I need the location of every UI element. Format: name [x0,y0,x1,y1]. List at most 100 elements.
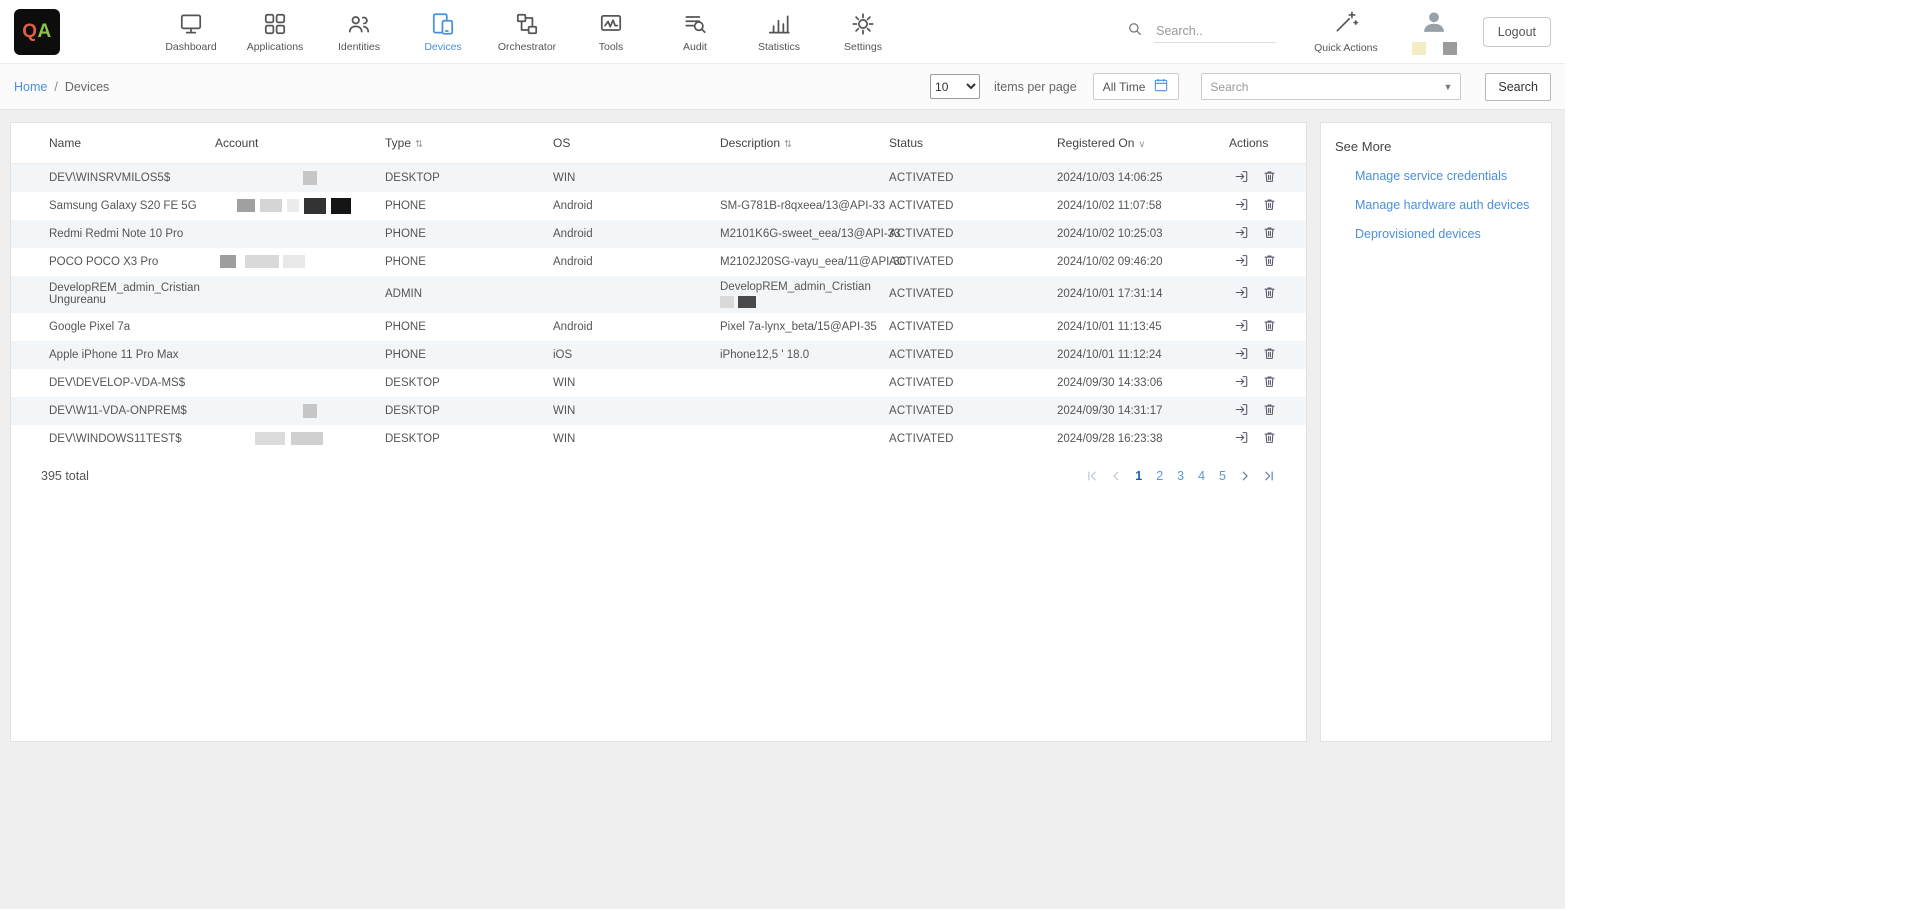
redacted-block [738,296,756,308]
breadcrumb-home-link[interactable]: Home [14,80,47,94]
page-number-2[interactable]: 2 [1154,469,1165,483]
devices-table: Name Account Type⇅ OS Description⇅ Statu… [11,123,1306,453]
first-page-button[interactable] [1085,469,1099,483]
sort-desc-icon: ∨ [1138,139,1145,150]
sessions-button[interactable] [1229,197,1254,215]
sessions-button[interactable] [1229,346,1254,364]
delete-button[interactable] [1257,253,1282,271]
manage-service-credentials-link[interactable]: Manage service credentials [1355,169,1537,183]
column-header-type[interactable]: Type⇅ [381,123,549,163]
delete-button[interactable] [1257,225,1282,243]
table-search-combobox[interactable]: Search ▼ [1201,73,1461,100]
delete-button[interactable] [1257,197,1282,215]
sessions-button[interactable] [1229,285,1254,303]
nav-item-applications[interactable]: Applications [240,10,310,53]
manage-hardware-auth-devices-link[interactable]: Manage hardware auth devices [1355,198,1537,212]
delete-button[interactable] [1257,318,1282,336]
page-number-3[interactable]: 3 [1175,469,1186,483]
nav-item-audit[interactable]: Audit [660,10,730,53]
cell-name: POCO POCO X3 Pro [11,248,211,276]
devices-icon [430,10,456,38]
table-row[interactable]: DEV\WINSRVMILOS5$ DESKTOP WIN ACTIVATED … [11,163,1306,192]
global-search-input[interactable] [1154,20,1276,43]
cell-type: PHONE [381,192,549,220]
sessions-button[interactable] [1229,253,1254,271]
cell-status: ACTIVATED [885,313,1053,341]
nav-item-statistics[interactable]: Statistics [744,10,814,53]
nav-item-settings[interactable]: Settings [828,10,898,53]
delete-button[interactable] [1257,285,1282,303]
total-count: 395 total [41,469,89,483]
see-more-title: See More [1335,139,1537,154]
nav-item-tools[interactable]: Tools [576,10,646,53]
table-row[interactable]: DEV\WINDOWS11TEST$ DESKTOP WIN ACTIVATED… [11,425,1306,453]
delete-button[interactable] [1257,430,1282,448]
table-row[interactable]: Redmi Redmi Note 10 Pro PHONE Android M2… [11,220,1306,248]
sessions-button[interactable] [1229,318,1254,336]
sessions-button[interactable] [1229,430,1254,448]
delete-button[interactable] [1257,346,1282,364]
time-filter-button[interactable]: All Time [1093,73,1180,100]
column-header-description[interactable]: Description⇅ [716,123,885,163]
table-row[interactable]: DevelopREM_admin_Cristian Ungureanu ADMI… [11,276,1306,313]
redacted-block [255,432,285,445]
nav-item-dashboard[interactable]: Dashboard [156,10,226,53]
column-header-name[interactable]: Name [11,123,211,163]
sessions-button[interactable] [1229,169,1254,187]
column-header-account[interactable]: Account [211,123,381,163]
last-page-button[interactable] [1262,469,1276,483]
prev-page-button[interactable] [1109,469,1123,483]
cell-description [716,397,885,425]
main-content: Name Account Type⇅ OS Description⇅ Statu… [0,110,1565,909]
user-menu[interactable] [1412,8,1457,55]
delete-button[interactable] [1257,402,1282,420]
page-number-4[interactable]: 4 [1196,469,1207,483]
sessions-button[interactable] [1229,402,1254,420]
brand-logo[interactable]: QA [14,9,60,55]
column-header-status[interactable]: Status [885,123,1053,163]
table-row[interactable]: POCO POCO X3 Pro PHONE Android M2102J20S… [11,248,1306,276]
trash-icon [1262,225,1277,240]
cell-account [211,369,381,397]
nav-item-orchestrator[interactable]: Orchestrator [492,10,562,53]
table-row[interactable]: Samsung Galaxy S20 FE 5G PHONE Android S… [11,192,1306,220]
table-row[interactable]: Google Pixel 7a PHONE Android Pixel 7a-l… [11,313,1306,341]
brand-logo-a: A [38,21,52,43]
cell-status: ACTIVATED [885,220,1053,248]
search-icon[interactable] [1126,20,1144,43]
cell-type: DESKTOP [381,397,549,425]
nav-label: Tools [599,41,624,53]
table-row[interactable]: Apple iPhone 11 Pro Max PHONE iOS iPhone… [11,341,1306,369]
redacted-block [331,198,351,214]
nav-item-devices[interactable]: Devices [408,10,478,53]
nav-item-identities[interactable]: Identities [324,10,394,53]
chevron-down-icon[interactable]: ▼ [1443,82,1452,92]
next-page-button[interactable] [1238,469,1252,483]
delete-button[interactable] [1257,374,1282,392]
deprovisioned-devices-link[interactable]: Deprovisioned devices [1355,227,1537,241]
table-row[interactable]: DEV\W11-VDA-ONPREM$ DESKTOP WIN ACTIVATE… [11,397,1306,425]
redacted-flags [1412,42,1457,55]
nav-right: Quick Actions Logout [1126,8,1551,55]
audit-icon [682,10,708,38]
column-header-os[interactable]: OS [549,123,716,163]
search-button[interactable]: Search [1485,73,1551,101]
table-row[interactable]: DEV\DEVELOP-VDA-MS$ DESKTOP WIN ACTIVATE… [11,369,1306,397]
cell-account [211,192,381,220]
cell-name: DEV\DEVELOP-VDA-MS$ [11,369,211,397]
cell-account [211,276,381,313]
cell-os: WIN [549,425,716,453]
delete-button[interactable] [1257,169,1282,187]
sessions-button[interactable] [1229,225,1254,243]
column-header-registered-on[interactable]: Registered On∨ [1053,123,1225,163]
statistics-icon [766,10,792,38]
quick-actions-button[interactable]: Quick Actions [1314,9,1378,54]
page-number-1[interactable]: 1 [1133,469,1144,483]
page-size-select[interactable]: 10 [930,74,980,99]
logout-button[interactable]: Logout [1483,17,1551,47]
sessions-button[interactable] [1229,374,1254,392]
redacted-block [304,198,326,214]
redacted-block [303,171,317,185]
page-number-5[interactable]: 5 [1217,469,1228,483]
redacted-block [237,199,255,212]
